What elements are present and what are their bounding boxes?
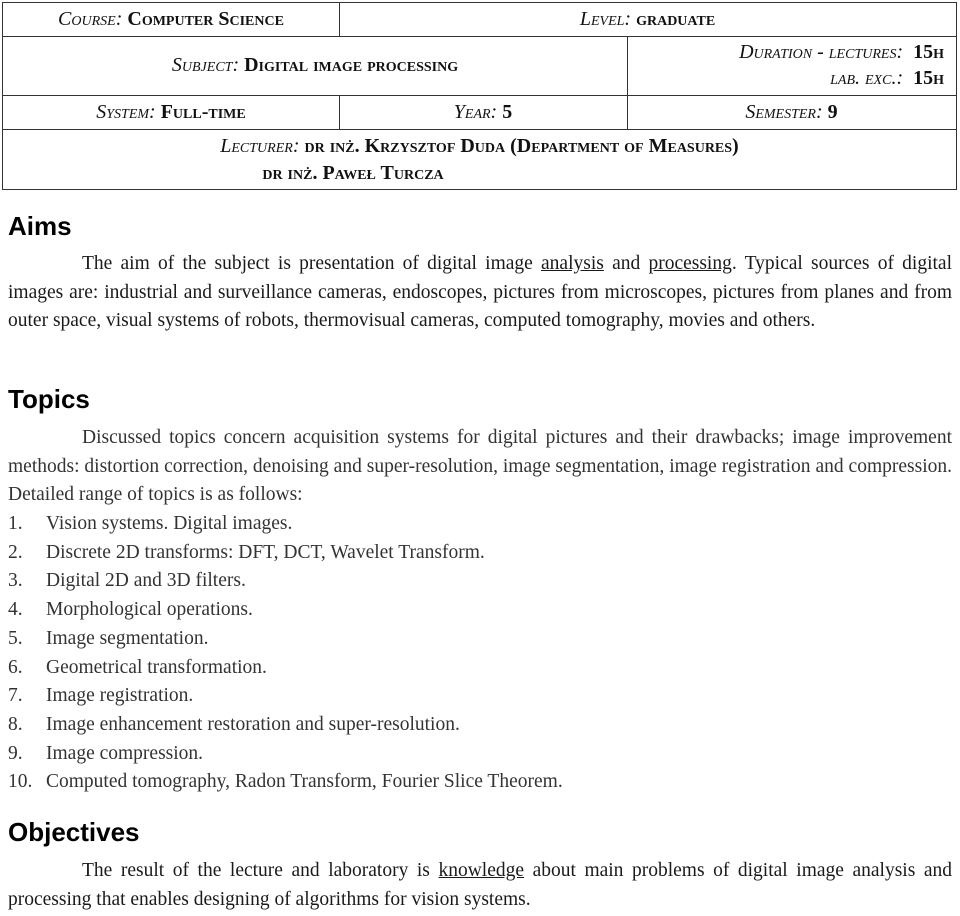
processing-underlined: processing xyxy=(648,253,732,274)
topics-heading: Topics xyxy=(8,384,90,414)
lecturer-cell: Lecturer: dr inż. Krzysztof Duda (Depart… xyxy=(3,131,956,161)
list-text: Image enhancement restoration and super-… xyxy=(46,713,460,735)
level-label: Level: xyxy=(579,8,632,30)
lecturer-line2: dr inż. Paweł Turcza xyxy=(262,161,444,184)
objectives-text: The result of the lecture and laboratory… xyxy=(82,860,439,881)
list-number: 2. xyxy=(8,541,23,563)
course-value: Computer Science xyxy=(127,8,284,30)
list-item: 10. Computed tomography, Radon Transform,… xyxy=(8,768,563,797)
course-label: Course: xyxy=(58,8,123,30)
list-number: 8. xyxy=(8,713,23,735)
list-item: 1. Vision systems. Digital images. xyxy=(8,510,563,539)
duration-lab-label: lab. exc.: xyxy=(830,67,904,89)
system-label: System: xyxy=(96,100,156,123)
duration-lab: lab. exc.: 15h xyxy=(830,67,944,90)
list-text: Image segmentation. xyxy=(46,627,209,649)
system-value: Full-time xyxy=(160,100,246,123)
aims-heading: Aims xyxy=(8,211,72,241)
duration-lectures-value: 15h xyxy=(913,41,944,63)
list-item: 8. Image enhancement restoration and supe… xyxy=(8,711,563,740)
lecturer-line1: dr inż. Krzysztof Duda (Department of Me… xyxy=(304,134,739,157)
course-info-table: Course: Computer Science Level: graduate… xyxy=(2,2,957,190)
list-item: 3. Digital 2D and 3D filters. xyxy=(8,567,563,596)
list-text: Digital 2D and 3D filters. xyxy=(46,570,246,592)
list-number: 10. xyxy=(8,771,33,793)
list-text: Vision systems. Digital images. xyxy=(46,513,293,534)
topics-intro-text: Discussed topics concern acquisition sys… xyxy=(8,427,952,506)
analysis-underlined: analysis xyxy=(541,253,604,274)
semester-label: Semester: xyxy=(745,100,823,123)
list-item: 6. Geometrical transformation. xyxy=(8,654,563,683)
list-number: 1. xyxy=(8,513,23,534)
list-number: 9. xyxy=(8,742,23,764)
semester-cell: Semester: 9 xyxy=(627,95,956,129)
table-divider xyxy=(3,129,956,130)
objectives-heading: Objectives xyxy=(8,817,140,847)
subject-label: Subject: xyxy=(171,54,240,76)
aims-text: and xyxy=(603,253,649,274)
list-item: 4. Morphological operations. xyxy=(8,596,563,625)
duration-lectures-label: Duration - lectures: xyxy=(739,41,904,63)
list-text: Geometrical transformation. xyxy=(46,656,267,678)
list-text: Image compression. xyxy=(46,742,204,764)
aims-text: The aim of the subject is presentation o… xyxy=(82,253,542,274)
list-item: 7. Image registration. xyxy=(8,682,563,711)
list-text: Image registration. xyxy=(46,685,194,707)
level-cell: Level: graduate xyxy=(339,3,956,36)
duration-lab-value: 15h xyxy=(913,67,944,89)
year-cell: Year: 5 xyxy=(339,95,627,129)
system-cell: System: Full-time xyxy=(3,95,339,129)
list-item: 2. Discrete 2D transforms: DFT, DCT, Wave… xyxy=(8,539,563,568)
lecturer-cell-2: dr inż. Paweł Turcza xyxy=(3,159,703,187)
list-text: Morphological operations. xyxy=(46,599,253,621)
level-value: graduate xyxy=(636,8,716,30)
list-text: Computed tomography, Radon Transform, Fo… xyxy=(46,771,563,793)
course-cell: Course: Computer Science xyxy=(3,3,339,36)
list-number: 5. xyxy=(8,627,23,649)
list-number: 6. xyxy=(8,656,23,678)
list-text: Discrete 2D transforms: DFT, DCT, Wavele… xyxy=(46,541,485,563)
year-label: Year: xyxy=(453,100,498,123)
topics-intro: Discussed topics concern acquisition sys… xyxy=(8,424,952,510)
table-divider xyxy=(627,36,628,95)
topics-list: 1. Vision systems. Digital images. 2. Disc… xyxy=(8,510,563,797)
subject-value: Digital image processing xyxy=(244,54,459,76)
aims-paragraph: The aim of the subject is presentation o… xyxy=(8,250,952,336)
list-number: 4. xyxy=(8,599,23,621)
subject-cell: Subject: Digital image processing xyxy=(3,36,627,95)
list-number: 7. xyxy=(8,685,23,707)
list-item: 5. Image segmentation. xyxy=(8,625,563,654)
lecturer-label: Lecturer: xyxy=(220,134,300,157)
knowledge-underlined: knowledge xyxy=(438,860,525,881)
year-value: 5 xyxy=(502,100,513,123)
duration-lectures: Duration - lectures: 15h xyxy=(739,41,944,64)
semester-value: 9 xyxy=(827,100,838,123)
list-item: 9. Image compression. xyxy=(8,740,563,769)
list-number: 3. xyxy=(8,570,23,592)
objectives-paragraph: The result of the lecture and laboratory… xyxy=(8,857,952,914)
